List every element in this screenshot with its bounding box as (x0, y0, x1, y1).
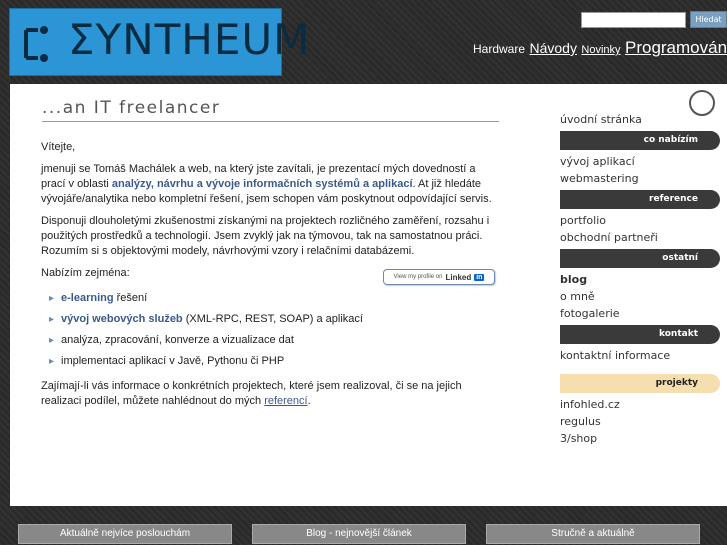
sidebar-heading-projects: projekty (560, 374, 720, 393)
nav-novinky[interactable]: Novinky (581, 44, 620, 56)
footer-tab-news[interactable]: Stručně a aktuálně (486, 524, 700, 544)
bullet-icon: ▸ (49, 356, 55, 367)
service-highlight: e-learning (61, 292, 114, 304)
list-item: ▸ vývoj webových služeb (XML-RPC, REST, S… (49, 312, 501, 327)
bullet-icon: ▸ (49, 335, 55, 346)
top-navigation: Hardware Návody Novinky Programování (473, 38, 727, 58)
page-tagline: ...an IT freelancer (42, 98, 499, 122)
logo-text: ΣYNTHEUM (68, 15, 311, 64)
closing-paragraph: Zajímají-li vás informace o konkrétních … (41, 379, 501, 409)
list-item: ▸ e-learning řešení (49, 291, 501, 306)
linkedin-profile-button[interactable]: View my profile on Linked in (383, 269, 495, 285)
logo-mark-icon (24, 26, 48, 62)
nav-navody[interactable]: Návody (529, 40, 576, 56)
sidebar-item-about[interactable]: o mně (560, 288, 720, 305)
sidebar-item-app-development[interactable]: vývoj aplikací (560, 153, 720, 170)
experience-paragraph: Disponuji dlouholetými zkušenostmi získa… (41, 215, 490, 257)
footer-tab-listening[interactable]: Aktuálně nejvíce poslouchám (18, 524, 232, 544)
intro-paragraph: jmenuji se Tomáš Machálek a web, na kter… (41, 162, 501, 207)
sidebar-heading-offer: co nabízím (560, 131, 720, 150)
closing-text-1: Zajímají-li vás informace o konkrétních … (41, 380, 462, 407)
closing-text-2: . (307, 395, 311, 407)
service-text: řešení (113, 292, 148, 304)
list-item: ▸ analýza, zpracování, konverze a vizuali… (49, 333, 501, 348)
bullet-icon: ▸ (49, 293, 55, 304)
nav-programovani[interactable]: Programování (625, 38, 727, 57)
intro-highlight: analýzy, návrhu a vývoje informačních sy… (111, 178, 413, 190)
footer-tab-blog[interactable]: Blog - nejnovější článek (252, 524, 466, 544)
sidebar-item-regulus[interactable]: regulus (560, 413, 720, 430)
search-input[interactable] (581, 12, 686, 28)
linkedin-word: Linked (445, 272, 472, 282)
sidebar-heading-references: reference (560, 190, 720, 209)
search-button[interactable]: Hledat (690, 11, 727, 28)
linkedin-prefix: View my profile on (393, 274, 443, 280)
sidebar: úvodní stránka co nabízím vývoj aplikací… (560, 111, 720, 447)
corner-logo-icon (689, 90, 715, 116)
service-text: analýza, zpracování, konverze a vizualiz… (61, 334, 294, 346)
nav-hardware[interactable]: Hardware (473, 42, 525, 56)
greeting: Vítejte, (41, 141, 76, 153)
sidebar-item-gallery[interactable]: fotogalerie (560, 305, 720, 322)
sidebar-item-webmastering[interactable]: webmastering (560, 170, 720, 187)
sidebar-heading-contact: kontakt (560, 325, 720, 344)
service-text: (XML-RPC, REST, SOAP) a aplikací (182, 313, 363, 325)
list-item: ▸ implementaci aplikací v Javě, Pythonu č… (49, 354, 501, 369)
sidebar-heading-other: ostatní (560, 249, 720, 268)
linkedin-in-icon: in (474, 273, 485, 281)
sidebar-item-3shop[interactable]: 3/shop (560, 430, 720, 447)
service-highlight: vývoj webových služeb (61, 313, 183, 325)
sidebar-item-partners[interactable]: obchodní partneři (560, 229, 720, 246)
bullet-icon: ▸ (49, 314, 55, 325)
service-text: implementaci aplikací v Javě, Pythonu či… (61, 355, 285, 367)
sidebar-item-contact-info[interactable]: kontaktní informace (560, 347, 720, 364)
page-container: ...an IT freelancer Vítejte, jmenuji se … (10, 84, 727, 506)
site-logo[interactable]: ΣYNTHEUM (9, 8, 309, 76)
references-link[interactable]: referencí (264, 395, 307, 407)
sidebar-item-blog[interactable]: blog (560, 271, 720, 288)
sidebar-item-portfolio[interactable]: portfolio (560, 212, 720, 229)
services-list: ▸ e-learning řešení ▸ vývoj webových služe… (41, 291, 501, 369)
sidebar-item-infohled[interactable]: infohled.cz (560, 396, 720, 413)
